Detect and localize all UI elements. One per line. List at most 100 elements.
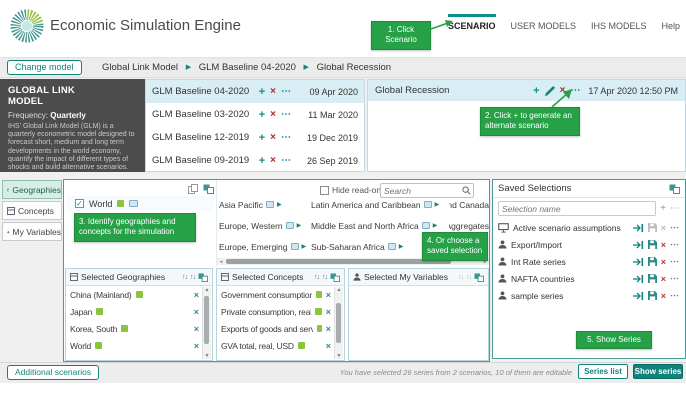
baseline-name[interactable]: GLM Baseline 12-2019 <box>152 132 259 143</box>
remove-icon[interactable]: × <box>194 341 199 351</box>
breadcrumb-baseline[interactable]: GLM Baseline 04-2020 <box>199 62 296 73</box>
delete-icon[interactable]: × <box>661 240 666 250</box>
saved-selection-label[interactable]: Active scenario assumptions <box>513 223 629 233</box>
expand-caret-icon[interactable]: ▶ <box>277 201 282 208</box>
copy-selection-icon[interactable] <box>188 184 198 194</box>
more-options-icon[interactable]: ⋯ <box>281 132 292 143</box>
additional-scenarios-button[interactable]: Additional scenarios <box>7 365 99 380</box>
scrollbar-thumb[interactable] <box>226 259 451 264</box>
more-options-icon[interactable]: ⋯ <box>281 155 292 166</box>
baseline-name[interactable]: GLM Baseline 09-2019 <box>152 155 259 166</box>
region-item[interactable]: Middle East and North Africa ▶ <box>311 221 449 231</box>
scroll-down-icon[interactable]: ▼ <box>335 353 343 359</box>
selection-name-input[interactable] <box>498 201 656 216</box>
scroll-left-icon[interactable]: ◂ <box>217 259 225 265</box>
remove-icon[interactable]: × <box>194 290 199 300</box>
saved-selection-label[interactable]: Export/Import <box>511 240 629 250</box>
apply-selection-icon[interactable] <box>669 184 680 194</box>
delete-icon[interactable]: × <box>661 291 666 301</box>
more-options-icon[interactable]: ⋯ <box>670 256 680 267</box>
world-tree-item[interactable]: ✓ World <box>66 196 214 211</box>
change-model-button[interactable]: Change model <box>7 60 82 75</box>
save-icon[interactable] <box>648 274 657 283</box>
scroll-up-icon[interactable]: ▲ <box>203 287 211 293</box>
region-item[interactable]: Europe, Emerging ▶ <box>219 242 311 252</box>
saved-selection-row[interactable]: Int Rate series × ⋯ <box>493 253 685 270</box>
scrollbar-thumb[interactable] <box>204 296 209 344</box>
add-scenario-icon[interactable]: + <box>259 86 265 98</box>
scrollbar-thumb[interactable] <box>336 303 341 343</box>
more-options-icon[interactable]: ⋯ <box>670 290 680 301</box>
remove-icon[interactable]: × <box>194 324 199 334</box>
more-options-icon[interactable]: ⋯ <box>281 109 292 120</box>
world-checkbox[interactable]: ✓ <box>75 199 84 208</box>
load-selection-icon[interactable] <box>633 240 644 250</box>
nav-help[interactable]: Help <box>662 21 681 31</box>
more-options-icon[interactable]: ⋯ <box>281 86 292 97</box>
delete-icon[interactable]: × <box>661 274 666 284</box>
save-icon[interactable] <box>648 257 657 266</box>
add-scenario-icon[interactable]: + <box>259 132 265 144</box>
save-icon[interactable] <box>648 240 657 249</box>
load-selection-icon[interactable] <box>633 223 644 233</box>
baseline-name[interactable]: GLM Baseline 03-2020 <box>152 109 259 120</box>
apply-selection-icon[interactable] <box>474 273 484 282</box>
expand-caret-icon[interactable]: ▶ <box>399 243 404 250</box>
scroll-up-icon[interactable]: ▲ <box>335 287 343 293</box>
apply-selection-icon[interactable] <box>330 273 340 282</box>
saved-selection-label[interactable]: Int Rate series <box>511 257 629 267</box>
region-item[interactable]: Asia Pacific ▶ <box>219 200 311 210</box>
save-icon[interactable] <box>648 223 657 232</box>
nav-ihs-models[interactable]: IHS MODELS <box>591 21 647 31</box>
delete-icon[interactable]: × <box>270 132 276 143</box>
more-options-icon[interactable]: ⋯ <box>670 239 680 250</box>
delete-icon[interactable]: × <box>270 109 276 120</box>
remove-icon[interactable]: × <box>326 341 331 351</box>
baseline-name[interactable]: GLM Baseline 04-2020 <box>152 86 259 97</box>
expand-caret-icon[interactable]: ▶ <box>433 222 438 229</box>
apply-selection-icon[interactable] <box>203 184 214 194</box>
breadcrumb-model[interactable]: Global Link Model <box>102 62 178 73</box>
sort-icon[interactable]: ↑↓ <box>322 274 327 281</box>
delete-icon[interactable]: × <box>661 257 666 267</box>
expand-caret-icon[interactable]: ▶ <box>435 201 440 208</box>
add-scenario-icon[interactable]: + <box>259 109 265 121</box>
region-item[interactable]: Europe, Western ▶ <box>219 221 311 231</box>
baseline-row[interactable]: GLM Baseline 04-2020 + × ⋯ 09 Apr 2020 <box>146 80 364 103</box>
sort-icon[interactable]: ↑↓ <box>458 274 463 281</box>
remove-icon[interactable]: × <box>326 290 331 300</box>
baseline-row[interactable]: GLM Baseline 03-2020 + × ⋯ 11 Mar 2020 <box>146 103 364 126</box>
remove-icon[interactable]: × <box>194 307 199 317</box>
series-list-button[interactable]: Series list <box>578 364 628 379</box>
save-icon[interactable] <box>648 291 657 300</box>
show-series-button[interactable]: Show series <box>633 364 683 379</box>
add-scenario-icon[interactable]: + <box>533 85 539 97</box>
load-selection-icon[interactable] <box>633 291 644 301</box>
region-item[interactable]: USA and Canada <box>449 200 489 210</box>
saved-selection-row[interactable]: Active scenario assumptions × ⋯ <box>493 219 685 236</box>
load-selection-icon[interactable] <box>633 274 644 284</box>
more-options-icon[interactable]: ⋯ <box>670 273 680 284</box>
region-item[interactable]: Latin America and Caribbean ▶ <box>311 200 449 210</box>
baseline-row[interactable]: GLM Baseline 09-2019 + × ⋯ 26 Sep 2019 <box>146 149 364 172</box>
saved-selection-label[interactable]: NAFTA countries <box>511 274 629 284</box>
vertical-scrollbar[interactable]: ▲ ▼ <box>334 287 343 359</box>
tab-my-variables[interactable]: My Variables <box>2 222 62 241</box>
expand-caret-icon[interactable]: ▶ <box>302 243 307 250</box>
baseline-row[interactable]: GLM Baseline 12-2019 + × ⋯ 19 Dec 2019 <box>146 126 364 149</box>
region-item[interactable]: Other Aggregates <box>449 221 489 231</box>
load-selection-icon[interactable] <box>633 257 644 267</box>
breadcrumb-scenario[interactable]: Global Recession <box>317 62 391 73</box>
sort-icon[interactable]: ↑↓ <box>466 274 471 281</box>
more-options-icon[interactable]: ⋯ <box>670 203 680 214</box>
tab-geographies[interactable]: Geographies <box>2 180 62 199</box>
saved-selection-row[interactable]: sample series × ⋯ <box>493 287 685 304</box>
nav-user-models[interactable]: USER MODELS <box>511 21 577 31</box>
sort-icon[interactable]: ↑↓ <box>182 274 187 281</box>
saved-selection-row[interactable]: Export/Import × ⋯ <box>493 236 685 253</box>
scenario-title[interactable]: Global Recession <box>375 85 533 96</box>
delete-icon[interactable]: × <box>270 155 276 166</box>
apply-selection-icon[interactable] <box>198 273 208 282</box>
remove-icon[interactable]: × <box>326 324 331 334</box>
sort-icon[interactable]: ↑↓ <box>314 274 319 281</box>
